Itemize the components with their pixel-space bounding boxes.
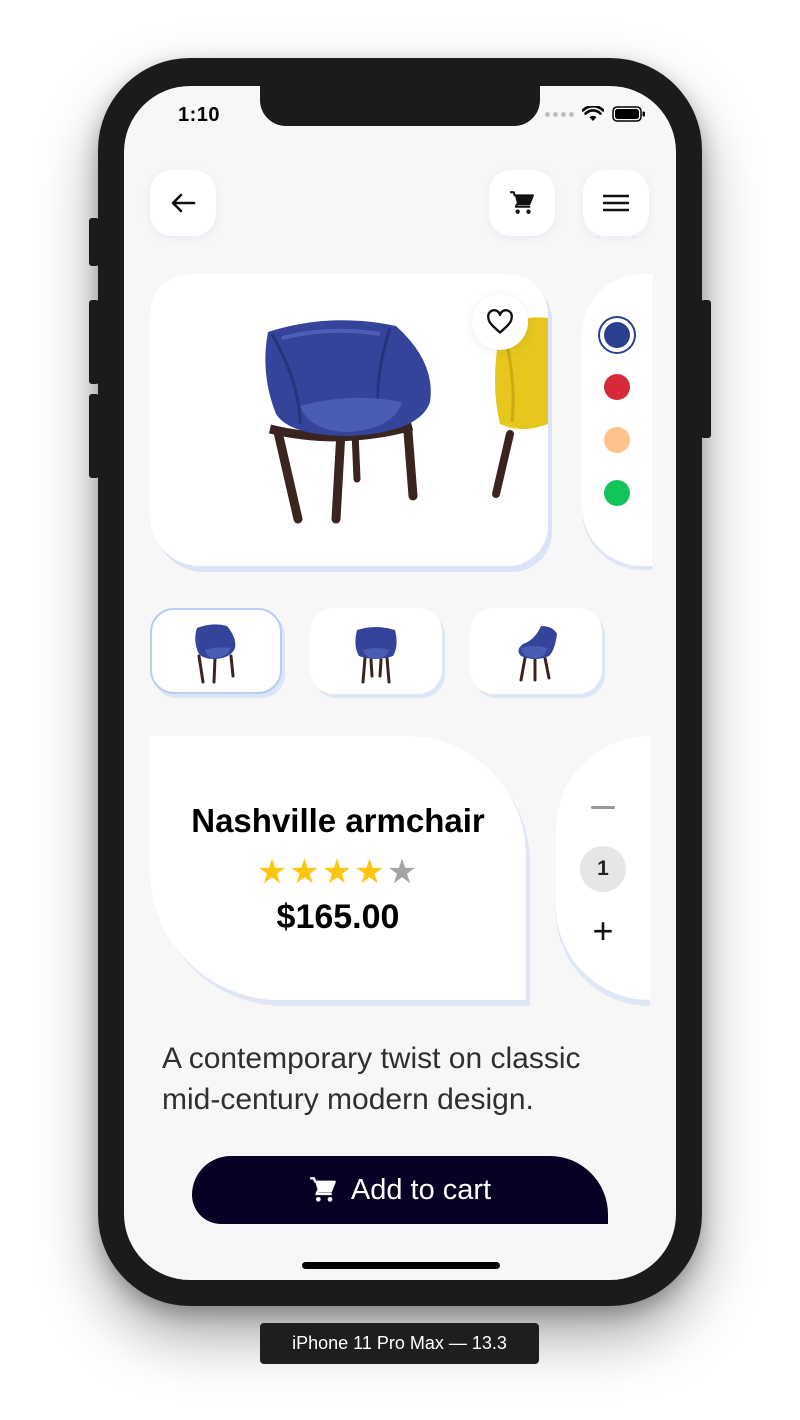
plus-button[interactable]: + bbox=[556, 906, 650, 956]
star-filled-icon: ★ bbox=[289, 853, 322, 891]
product-description: A contemporary twist on classic mid-cent… bbox=[162, 1042, 581, 1116]
menu-icon bbox=[603, 194, 629, 212]
app-screen: 1:10 Nashville armchair ★★★★★ $165.00 1 … bbox=[124, 86, 676, 1280]
status-icons bbox=[545, 106, 646, 122]
chair-thumbnail-image bbox=[518, 626, 557, 682]
cart-button[interactable] bbox=[489, 170, 555, 236]
power-button bbox=[701, 300, 711, 438]
wifi-icon bbox=[582, 106, 604, 121]
product-price: $165.00 bbox=[276, 898, 400, 936]
product-info-card: Nashville armchair ★★★★★ $165.00 bbox=[150, 736, 526, 1000]
favorite-button[interactable] bbox=[472, 294, 528, 350]
color-swatch-red[interactable] bbox=[604, 374, 630, 400]
mute-switch bbox=[89, 218, 99, 266]
quantity-value: 1 bbox=[580, 846, 626, 892]
chair-thumbnail-image bbox=[355, 627, 397, 684]
thumbnail-front-view[interactable] bbox=[310, 608, 442, 694]
signal-dots-icon bbox=[545, 111, 574, 117]
minus-button[interactable] bbox=[591, 806, 615, 809]
thumbnail-front-angle[interactable] bbox=[150, 608, 282, 694]
heart-icon bbox=[487, 309, 513, 334]
back-button[interactable] bbox=[150, 170, 216, 236]
volume-down-button bbox=[89, 394, 99, 478]
cart-icon bbox=[510, 191, 534, 214]
thumbnail-side-view[interactable] bbox=[470, 608, 602, 694]
quantity-stepper: 1 + bbox=[556, 736, 650, 1000]
chair-thumbnail-image bbox=[195, 624, 236, 684]
color-swatch-blue[interactable] bbox=[604, 322, 630, 348]
notch bbox=[260, 86, 540, 126]
star-filled-icon: ★ bbox=[321, 853, 355, 891]
battery-icon bbox=[612, 106, 645, 122]
status-time: 1:10 bbox=[178, 104, 221, 126]
color-swatch-green[interactable] bbox=[604, 480, 630, 506]
star-empty-icon: ★ bbox=[386, 853, 420, 891]
rating-stars: ★★★★★ bbox=[150, 852, 526, 892]
add-to-cart-button[interactable]: Add to cart bbox=[192, 1156, 608, 1224]
star-filled-icon: ★ bbox=[354, 853, 387, 891]
cart-icon bbox=[310, 1177, 336, 1202]
volume-up-button bbox=[89, 300, 99, 384]
star-filled-icon: ★ bbox=[256, 853, 290, 891]
menu-button[interactable] bbox=[583, 170, 649, 236]
color-picker bbox=[582, 274, 652, 566]
device-label: iPhone 11 Pro Max — 13.3 bbox=[260, 1323, 539, 1364]
color-swatch-peach[interactable] bbox=[604, 427, 630, 453]
product-image-carousel[interactable] bbox=[150, 274, 548, 566]
product-name: Nashville armchair bbox=[191, 802, 485, 839]
add-to-cart-label: Add to cart bbox=[350, 1173, 492, 1206]
arrow-left-icon bbox=[171, 193, 196, 213]
home-indicator[interactable] bbox=[302, 1262, 500, 1269]
